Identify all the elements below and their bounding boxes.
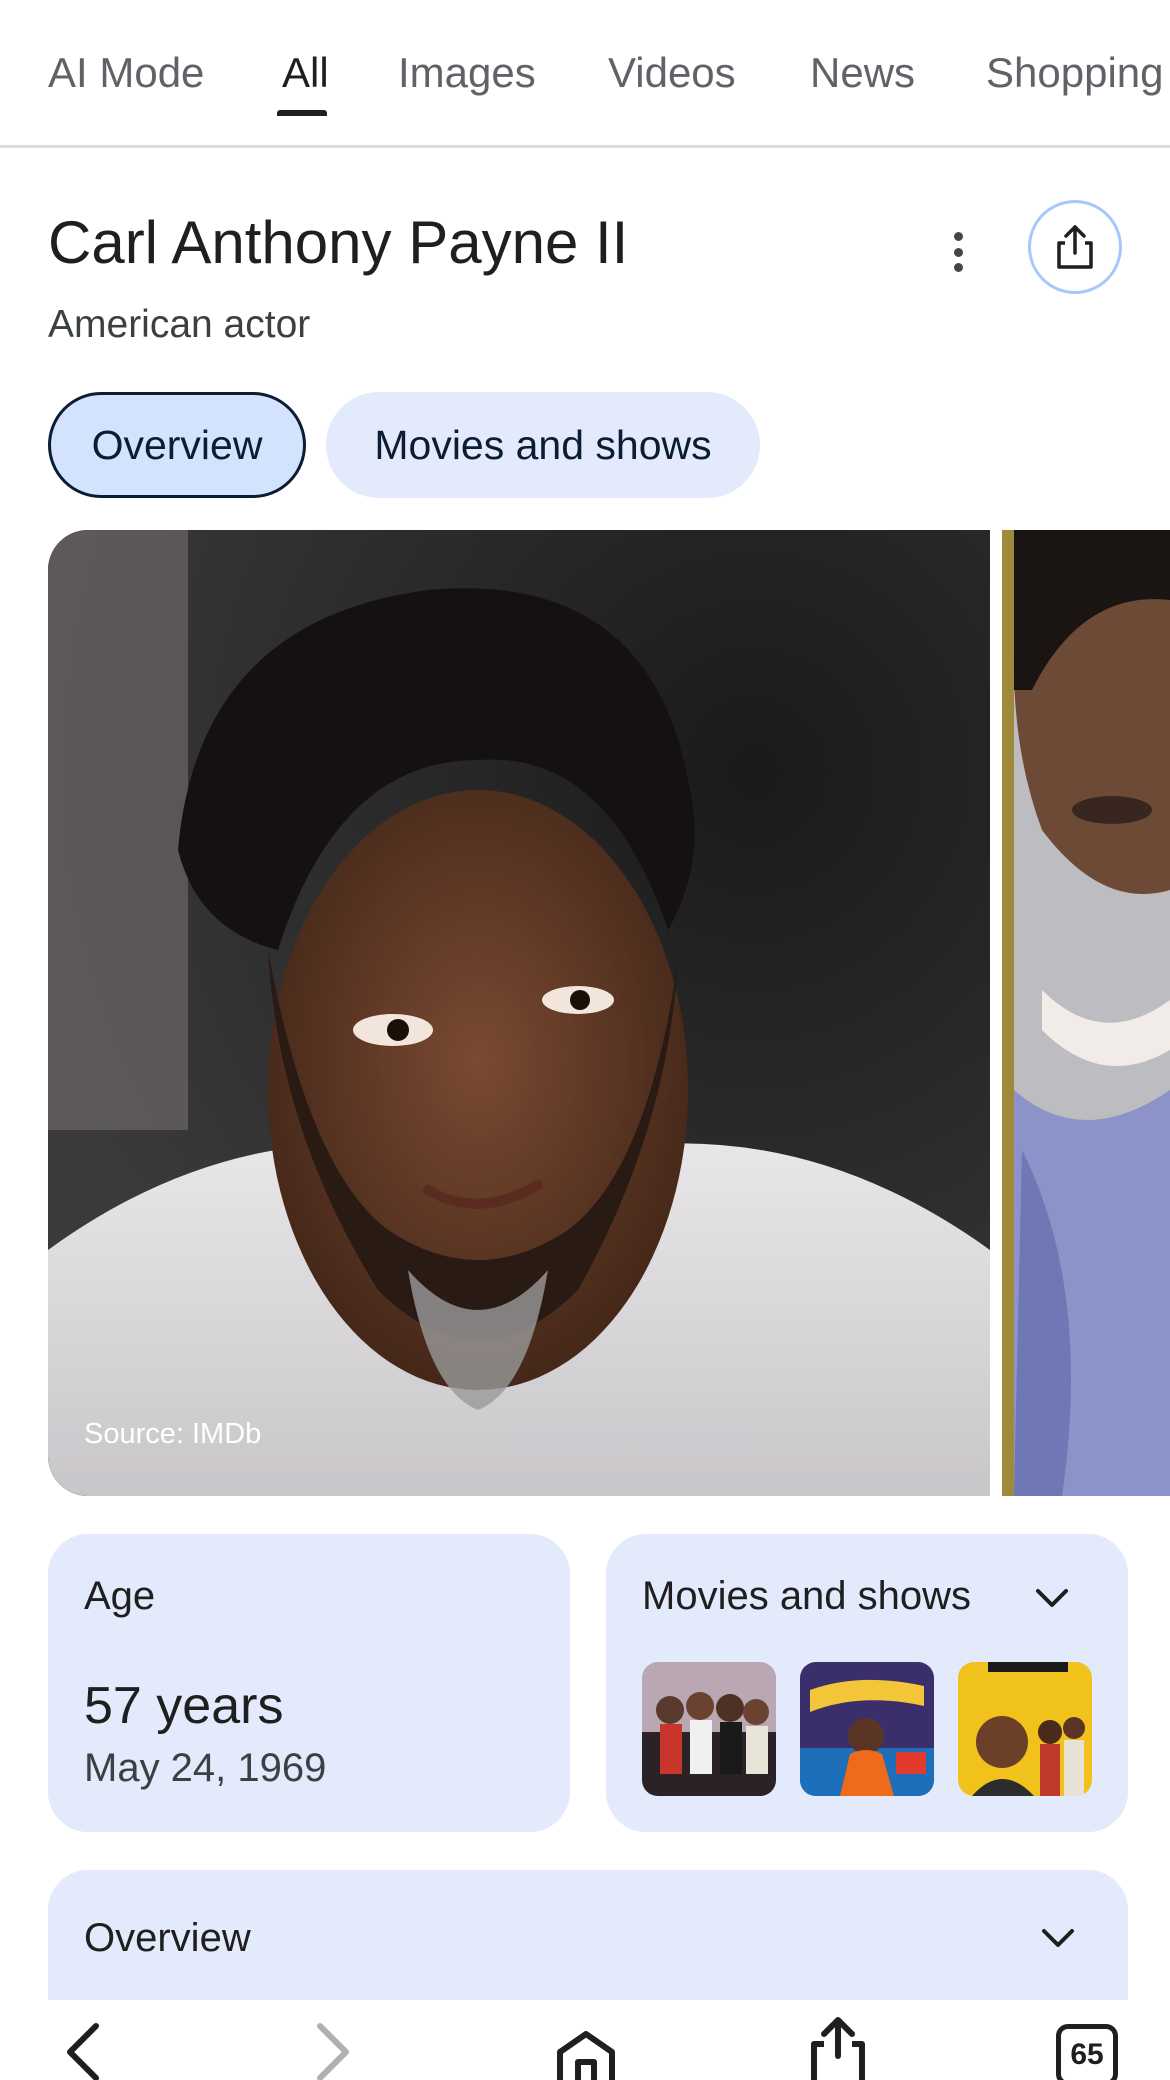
tab-news[interactable]: News (810, 48, 915, 98)
show-thumbnail[interactable] (642, 1662, 776, 1796)
more-options-button[interactable] (938, 228, 978, 276)
overview-label: Overview (84, 1916, 251, 1960)
chevron-down-icon[interactable] (1034, 1586, 1070, 1610)
forward-icon[interactable] (310, 2022, 356, 2080)
tab-videos[interactable]: Videos (608, 48, 736, 98)
age-label: Age (84, 1574, 156, 1618)
tab-shopping[interactable]: Shopping (986, 48, 1164, 98)
movies-and-shows-card[interactable]: Movies and shows (606, 1534, 1128, 1832)
tab-all[interactable]: All (282, 48, 329, 98)
age-card[interactable]: Age 57 years May 24, 1969 (48, 1534, 570, 1832)
portrait-image-secondary (1002, 530, 1170, 1496)
chip-overview[interactable]: Overview (48, 392, 306, 498)
tab-count-button[interactable]: 65 (1056, 2024, 1118, 2080)
share-button[interactable] (1028, 200, 1122, 294)
share-icon[interactable] (808, 2016, 868, 2080)
entity-photo-main[interactable] (48, 530, 990, 1496)
browser-bottom-nav: 65 (0, 2000, 1170, 2080)
movies-and-shows-label: Movies and shows (642, 1574, 972, 1618)
search-tabs: AI Mode All Images Videos News Shopping (0, 0, 1170, 148)
birth-date: May 24, 1969 (84, 1746, 327, 1790)
age-value: 57 years (84, 1677, 284, 1735)
home-icon[interactable] (554, 2030, 618, 2080)
tab-images[interactable]: Images (398, 48, 536, 98)
active-tab-indicator (277, 110, 327, 116)
chevron-down-icon[interactable] (1040, 1926, 1076, 1950)
search-results-page: AI Mode All Images Videos News Shopping … (0, 0, 1170, 2080)
tab-ai-mode[interactable]: AI Mode (48, 48, 204, 98)
show-thumbnail[interactable] (958, 1662, 1092, 1796)
entity-subtitle: American actor (48, 303, 311, 346)
portrait-image (48, 530, 990, 1496)
show-thumbnail[interactable] (800, 1662, 934, 1796)
entity-photo-secondary[interactable] (1002, 530, 1170, 1496)
entity-title: Carl Anthony Payne II (48, 209, 629, 276)
image-source-label: Source: IMDb (84, 1418, 262, 1450)
more-vert-icon (953, 232, 963, 241)
share-icon (1057, 225, 1093, 269)
back-icon[interactable] (60, 2022, 106, 2080)
chip-movies-and-shows[interactable]: Movies and shows (326, 392, 760, 498)
